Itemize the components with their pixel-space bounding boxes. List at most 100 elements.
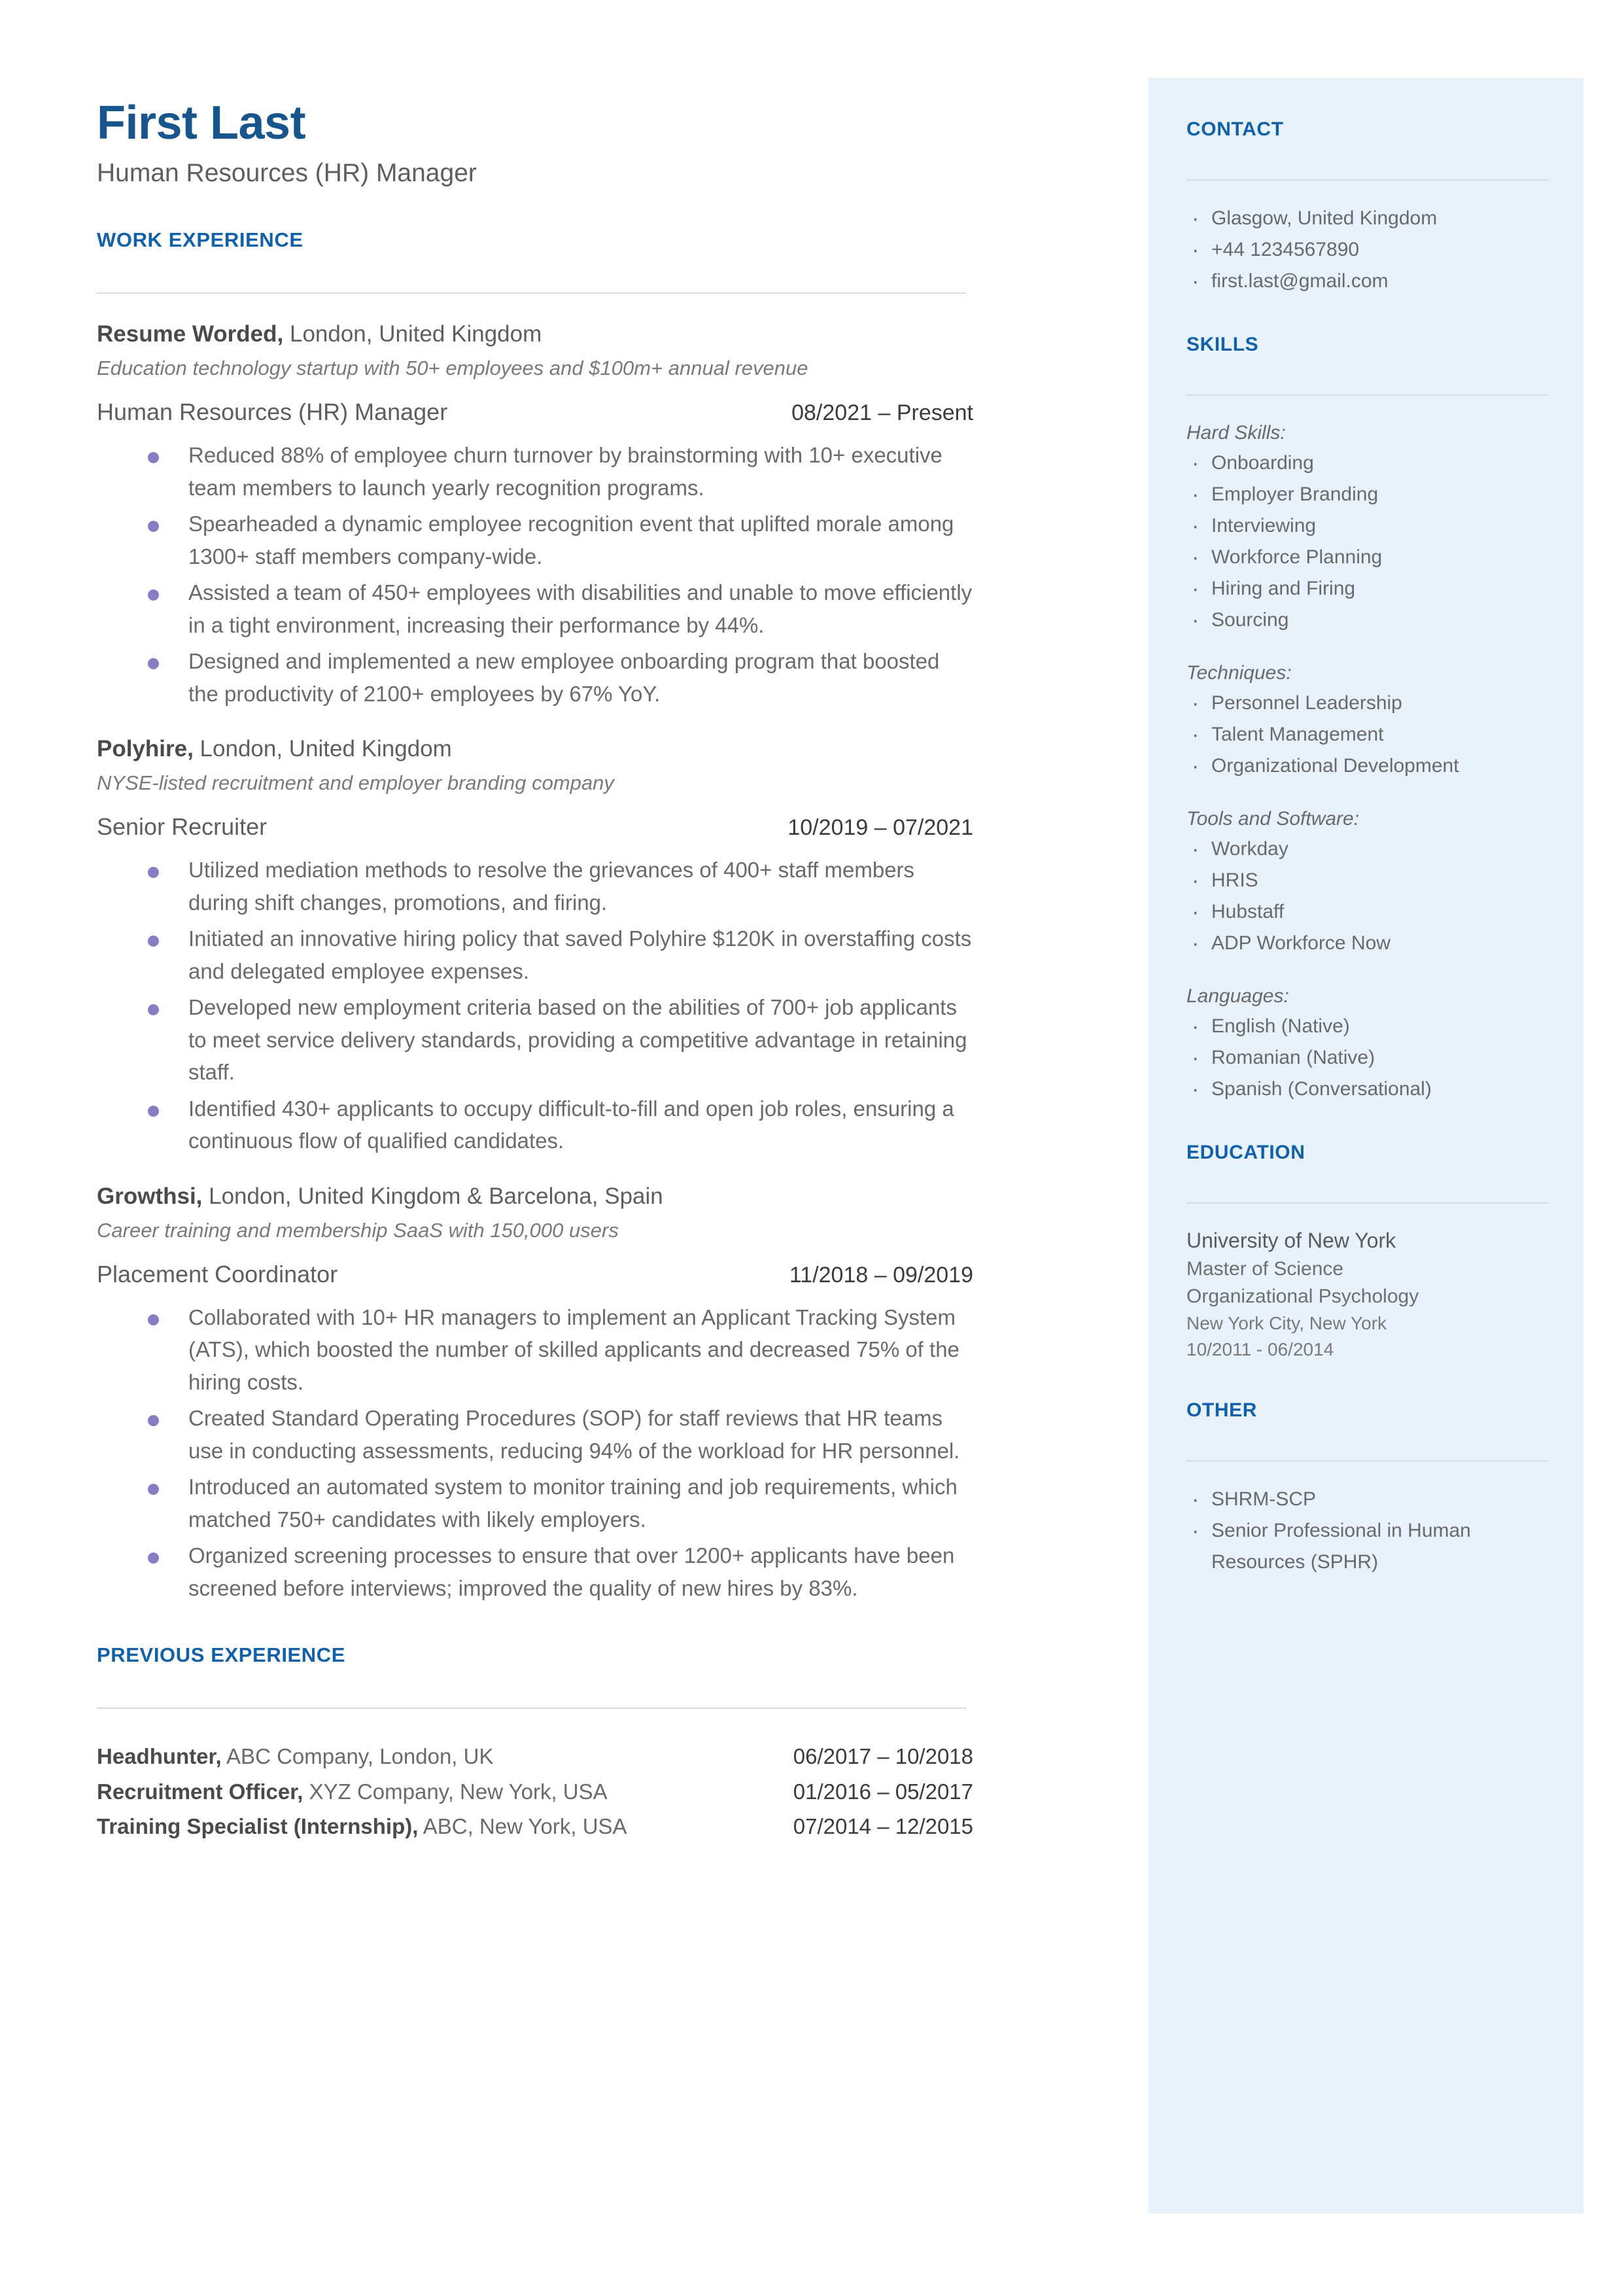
skill-item: Sourcing: [1192, 603, 1549, 638]
sidebar-heading-contact: CONTACT: [1186, 118, 1284, 140]
sidebar-divider: [1186, 179, 1549, 181]
job-bullet-list: Utilized mediation methods to resolve th…: [97, 854, 973, 1157]
skill-group-list: OnboardingEmployer BrandingInterviewingW…: [1186, 446, 1549, 638]
skill-item: Talent Management: [1192, 717, 1549, 752]
role-dates: 08/2021 – Present: [791, 400, 973, 426]
skill-group: Tools and Software:WorkdayHRISHubstaffAD…: [1186, 804, 1549, 961]
contact-item: first.last@gmail.com: [1192, 264, 1549, 299]
previous-experience-label: Training Specialist (Internship), ABC, N…: [97, 1809, 653, 1844]
previous-experience-label: Recruitment Officer, XYZ Company, New Yo…: [97, 1774, 634, 1809]
skill-group: Languages:English (Native)Romanian (Nati…: [1186, 981, 1549, 1107]
page-title: First Last: [97, 97, 306, 149]
company-line: Resume Worded, London, United Kingdom: [97, 320, 973, 349]
other-item: Senior Professional in Human Resources (…: [1192, 1513, 1549, 1578]
previous-experience-dates: 07/2014 – 12/2015: [793, 1814, 973, 1839]
previous-experience-dates: 01/2016 – 05/2017: [793, 1779, 973, 1804]
skill-group-label: Hard Skills:: [1186, 422, 1286, 444]
job-bullet: Reduced 88% of employee churn turnover b…: [148, 439, 973, 504]
job-bullet: Created Standard Operating Procedures (S…: [148, 1402, 973, 1467]
education-location: New York City, New York: [1186, 1313, 1387, 1334]
previous-experience-detail: XYZ Company, New York, USA: [303, 1779, 608, 1804]
company-location: London, United Kingdom: [283, 321, 542, 347]
previous-experience-detail: ABC Company, London, UK: [221, 1744, 494, 1769]
job-bullet-list: Reduced 88% of employee churn turnover b…: [97, 439, 973, 710]
previous-experience-role: Recruitment Officer,: [97, 1779, 303, 1804]
role-row: Senior Recruiter 10/2019 – 07/2021: [97, 813, 973, 841]
sidebar-heading-other: OTHER: [1186, 1399, 1257, 1421]
company-description: Career training and membership SaaS with…: [97, 1218, 619, 1242]
skill-item: Employer Branding: [1192, 477, 1549, 512]
skill-item: Spanish (Conversational): [1192, 1072, 1549, 1107]
skill-item: Interviewing: [1192, 508, 1549, 544]
education-school: University of New York: [1186, 1229, 1396, 1252]
role-row: Placement Coordinator 11/2018 – 09/2019: [97, 1261, 973, 1288]
skill-item: English (Native): [1192, 1009, 1549, 1044]
skill-item: Workday: [1192, 832, 1549, 867]
skill-group-list: WorkdayHRISHubstaffADP Workforce Now: [1186, 832, 1549, 961]
header-subtitle: Human Resources (HR) Manager: [97, 159, 477, 188]
company-description: Education technology startup with 50+ em…: [97, 356, 808, 379]
skill-item: Organizational Development: [1192, 748, 1549, 784]
sidebar-heading-education: EDUCATION: [1186, 1142, 1305, 1163]
role-title: Senior Recruiter: [97, 813, 268, 841]
skill-group-label: Tools and Software:: [1186, 808, 1360, 830]
previous-experience-detail: ABC, New York, USA: [418, 1814, 627, 1839]
role-title: Human Resources (HR) Manager: [97, 398, 448, 426]
skills-list: Hard Skills:OnboardingEmployer BrandingI…: [1186, 418, 1549, 1107]
previous-experience-dates: 06/2017 – 10/2018: [793, 1744, 973, 1769]
job-bullet: Identified 430+ applicants to occupy dif…: [148, 1093, 973, 1157]
skill-item: Hiring and Firing: [1192, 571, 1549, 606]
work-experience-list: Resume Worded, London, United Kingdom Edu…: [97, 320, 973, 1604]
main-column: First Last Human Resources (HR) Manager …: [97, 98, 973, 1844]
education-dates: 10/2011 - 06/2014: [1186, 1339, 1334, 1360]
skill-group: Hard Skills:OnboardingEmployer BrandingI…: [1186, 418, 1549, 638]
sidebar-divider: [1186, 1460, 1549, 1462]
sidebar-divider: [1186, 394, 1549, 396]
contact-item: +44 1234567890: [1192, 232, 1549, 268]
previous-experience-label: Headhunter, ABC Company, London, UK: [97, 1739, 520, 1774]
skill-item: Romanian (Native): [1192, 1040, 1549, 1076]
other-item: SHRM-SCP: [1192, 1482, 1549, 1517]
section-divider: [97, 292, 967, 294]
job-bullet: Spearheaded a dynamic employee recogniti…: [148, 508, 973, 572]
previous-experience-row: Training Specialist (Internship), ABC, N…: [97, 1809, 973, 1844]
job-bullet: Utilized mediation methods to resolve th…: [148, 854, 973, 919]
company-line: Growthsi, London, United Kingdom & Barce…: [97, 1182, 973, 1212]
skill-item: Workforce Planning: [1192, 540, 1549, 575]
job-bullet: Organized screening processes to ensure …: [148, 1539, 973, 1604]
company-description: NYSE-listed recruitment and employer bra…: [97, 771, 614, 794]
section-heading-work-experience: WORK EXPERIENCE: [97, 228, 303, 252]
section-divider: [97, 1708, 967, 1709]
sidebar-divider: [1186, 1202, 1549, 1204]
skill-group: Techniques:Personnel LeadershipTalent Ma…: [1186, 658, 1549, 784]
company-location: London, United Kingdom: [193, 736, 452, 762]
previous-experience-row: Headhunter, ABC Company, London, UK 06/20…: [97, 1739, 973, 1774]
role-dates: 10/2019 – 07/2021: [787, 815, 973, 841]
job-entry: Resume Worded, London, United Kingdom Edu…: [97, 320, 973, 710]
job-bullet: Initiated an innovative hiring policy th…: [148, 922, 973, 987]
skill-item: Personnel Leadership: [1192, 686, 1549, 721]
skill-item: HRIS: [1192, 863, 1549, 898]
skill-group-list: English (Native)Romanian (Native)Spanish…: [1186, 1009, 1549, 1107]
role-row: Human Resources (HR) Manager 08/2021 – Pr…: [97, 398, 973, 426]
job-entry: Growthsi, London, United Kingdom & Barce…: [97, 1182, 973, 1605]
company-name: Resume Worded,: [97, 321, 284, 347]
job-bullet: Designed and implemented a new employee …: [148, 645, 973, 710]
job-bullet: Assisted a team of 450+ employees with d…: [148, 576, 973, 641]
skill-item: Hubstaff: [1192, 894, 1549, 930]
previous-experience-role: Training Specialist (Internship),: [97, 1814, 419, 1839]
contact-item: Glasgow, United Kingdom: [1192, 201, 1549, 236]
contact-list: Glasgow, United Kingdom+44 1234567890fir…: [1186, 201, 1549, 299]
company-line: Polyhire, London, United Kingdom: [97, 735, 973, 764]
job-bullet: Introduced an automated system to monito…: [148, 1471, 973, 1535]
sidebar: CONTACT Glasgow, United Kingdom+44 12345…: [1149, 78, 1583, 2213]
previous-experience-role: Headhunter,: [97, 1744, 222, 1769]
job-bullet-list: Collaborated with 10+ HR managers to imp…: [97, 1301, 973, 1605]
role-dates: 11/2018 – 09/2019: [789, 1262, 973, 1288]
job-bullet: Developed new employment criteria based …: [148, 991, 973, 1089]
sidebar-heading-skills: SKILLS: [1186, 334, 1259, 355]
skill-item: ADP Workforce Now: [1192, 926, 1549, 961]
skill-item: Onboarding: [1192, 446, 1549, 481]
company-location: London, United Kingdom & Barcelona, Spai…: [202, 1183, 663, 1209]
role-title: Placement Coordinator: [97, 1260, 338, 1288]
